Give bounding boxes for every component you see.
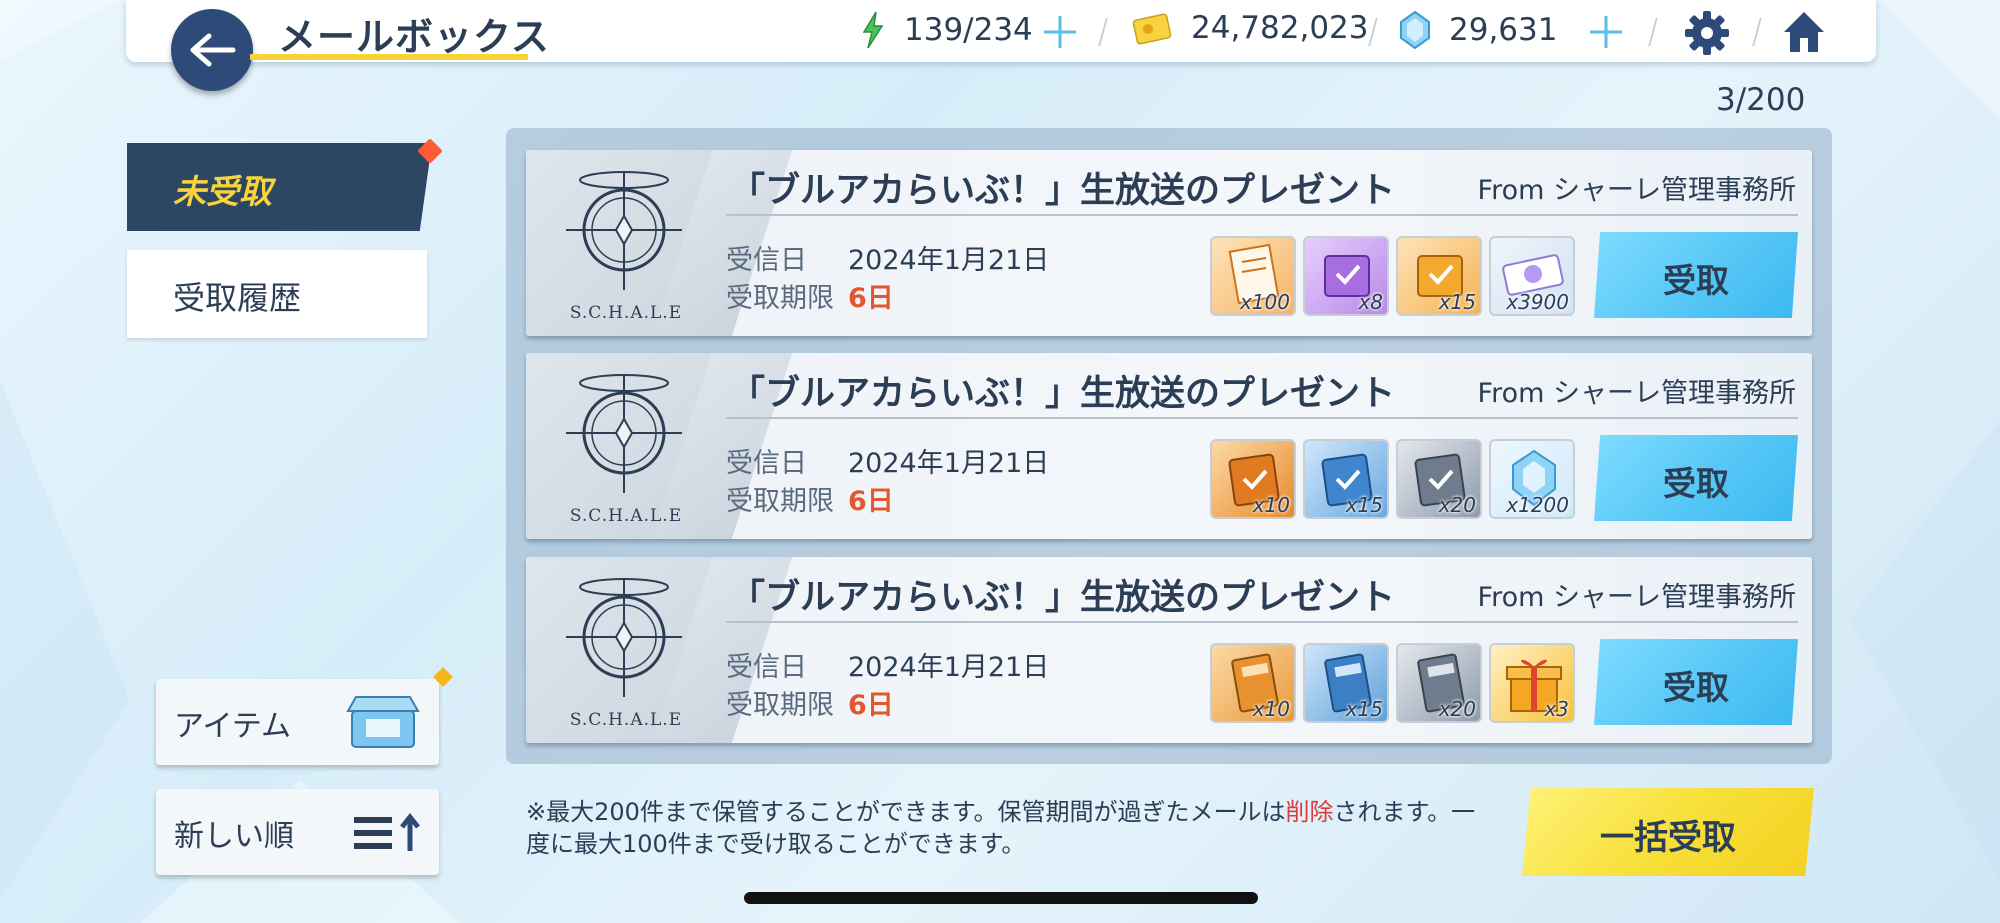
note-text-1: ※最大200件まで保管することができます。保管期間が過ぎたメールは	[526, 798, 1286, 826]
item-quantity: x10	[1252, 493, 1290, 517]
received-date-value: 2024年1月21日	[848, 652, 1050, 683]
ap-value: 139/234	[904, 12, 1033, 48]
deadline-value: 6日	[848, 283, 894, 314]
divider	[726, 214, 1798, 216]
schale-logo-icon	[566, 171, 682, 290]
mail-sender: From シャーレ管理事務所	[1477, 378, 1796, 409]
sort-button[interactable]: 新しい順	[156, 789, 439, 875]
item-button[interactable]: アイテム	[156, 679, 439, 765]
receive-button-label: 受取	[1663, 261, 1729, 300]
tab-history-label: 受取履歴	[173, 279, 302, 317]
item-quantity: x15	[1438, 290, 1476, 314]
purple-box-icon[interactable]: x8	[1303, 236, 1389, 316]
gift-box-icon[interactable]: x3	[1489, 643, 1575, 723]
deadline-label: 受取期限	[726, 486, 834, 517]
mail-card[interactable]: S.C.H.A.L.E 「ブルアカらいぶ！」生放送のプレゼント From シャー…	[526, 353, 1812, 539]
item-quantity: x15	[1345, 697, 1383, 721]
orange-ex-item-icon[interactable]: x10	[1210, 439, 1296, 519]
credits-value: 24,782,023	[1191, 10, 1369, 46]
home-indicator[interactable]	[744, 892, 1258, 904]
ticket-icon[interactable]: x3900	[1489, 236, 1575, 316]
add-gems-button[interactable]	[1586, 12, 1626, 52]
gems-display: 29,631	[1399, 10, 1557, 50]
storage-note: ※最大200件まで保管することができます。保管期間が過ぎたメールは削除されます。…	[526, 796, 1476, 860]
report-item-icon[interactable]: x100	[1210, 236, 1296, 316]
item-quantity: x10	[1252, 697, 1290, 721]
blue-book-icon[interactable]: x15	[1303, 643, 1389, 723]
receive-button-label: 受取	[1663, 668, 1729, 707]
received-date-value: 2024年1月21日	[848, 448, 1050, 479]
mail-subject: 「ブルアカらいぶ！」生放送のプレゼント	[730, 374, 1396, 414]
gem-icon[interactable]: x1200	[1489, 439, 1575, 519]
deadline-label: 受取期限	[726, 283, 834, 314]
gems-value: 29,631	[1449, 12, 1558, 48]
received-date-label: 受信日	[726, 448, 807, 479]
item-quantity: x3	[1544, 697, 1569, 721]
mail-count: 3/200	[1716, 82, 1806, 118]
received-date-label: 受信日	[726, 245, 807, 276]
item-quantity: x1200	[1506, 493, 1569, 517]
gray-book-icon[interactable]: x20	[1396, 643, 1482, 723]
received-date-value: 2024年1月21日	[848, 245, 1050, 276]
schale-logo-text: S.C.H.A.L.E	[569, 506, 683, 526]
item-quantity: x15	[1345, 493, 1383, 517]
home-icon[interactable]	[1780, 8, 1828, 56]
receive-button[interactable]: 受取	[1594, 435, 1798, 521]
credit-card-icon	[1133, 13, 1172, 45]
mail-subject: 「ブルアカらいぶ！」生放送のプレゼント	[730, 171, 1396, 211]
deadline-value: 6日	[848, 690, 894, 721]
back-button[interactable]	[171, 9, 253, 91]
item-button-label: アイテム	[174, 709, 291, 744]
tab-history[interactable]: 受取履歴	[127, 250, 427, 338]
title-underline	[250, 54, 528, 60]
schale-logo-text: S.C.H.A.L.E	[569, 710, 683, 730]
receive-button-label: 受取	[1663, 464, 1729, 503]
schale-logo-text: S.C.H.A.L.E	[569, 303, 683, 323]
item-quantity: x3900	[1506, 290, 1569, 314]
item-quantity: x20	[1438, 697, 1476, 721]
add-ap-button[interactable]	[1040, 12, 1080, 52]
deadline-label: 受取期限	[726, 690, 834, 721]
mail-sender: From シャーレ管理事務所	[1477, 582, 1796, 613]
item-box-icon	[346, 696, 420, 748]
blue-ex-item-icon[interactable]: x15	[1303, 439, 1389, 519]
lightning-icon	[862, 11, 884, 49]
bulk-receive-label: 一括受取	[1600, 818, 1736, 858]
mail-sender: From シャーレ管理事務所	[1477, 175, 1796, 206]
deadline-value: 6日	[848, 486, 894, 517]
ap-display: 139/234	[858, 10, 1033, 50]
note-delete-text: 削除	[1285, 798, 1334, 826]
received-date-label: 受信日	[726, 652, 807, 683]
credits-display: 24,782,023	[1133, 10, 1369, 46]
mail-subject: 「ブルアカらいぶ！」生放送のプレゼント	[730, 578, 1396, 618]
bulk-receive-button[interactable]: 一括受取	[1522, 788, 1814, 876]
schale-logo-icon	[566, 374, 682, 493]
gem-icon	[1400, 10, 1430, 50]
item-quantity: x100	[1239, 290, 1290, 314]
schale-logo-icon	[566, 578, 682, 697]
sort-icon	[354, 813, 420, 851]
orange-box-icon[interactable]: x15	[1396, 236, 1482, 316]
divider	[726, 417, 1798, 419]
tab-unreceived[interactable]: 未受取	[127, 143, 432, 231]
receive-button[interactable]: 受取	[1594, 232, 1798, 318]
arrow-left-icon	[190, 33, 236, 67]
sort-button-label: 新しい順	[174, 819, 294, 854]
item-quantity: x8	[1358, 290, 1383, 314]
gear-icon[interactable]	[1684, 10, 1730, 56]
gray-ex-item-icon[interactable]: x20	[1396, 439, 1482, 519]
orange-book-icon[interactable]: x10	[1210, 643, 1296, 723]
item-quantity: x20	[1438, 493, 1476, 517]
tab-unreceived-label: 未受取	[173, 172, 272, 211]
mail-card[interactable]: S.C.H.A.L.E 「ブルアカらいぶ！」生放送のプレゼント From シャー…	[526, 150, 1812, 336]
mail-card[interactable]: S.C.H.A.L.E 「ブルアカらいぶ！」生放送のプレゼント From シャー…	[526, 557, 1812, 743]
divider	[726, 621, 1798, 623]
page-title: メールボックス	[278, 15, 550, 59]
receive-button[interactable]: 受取	[1594, 639, 1798, 725]
